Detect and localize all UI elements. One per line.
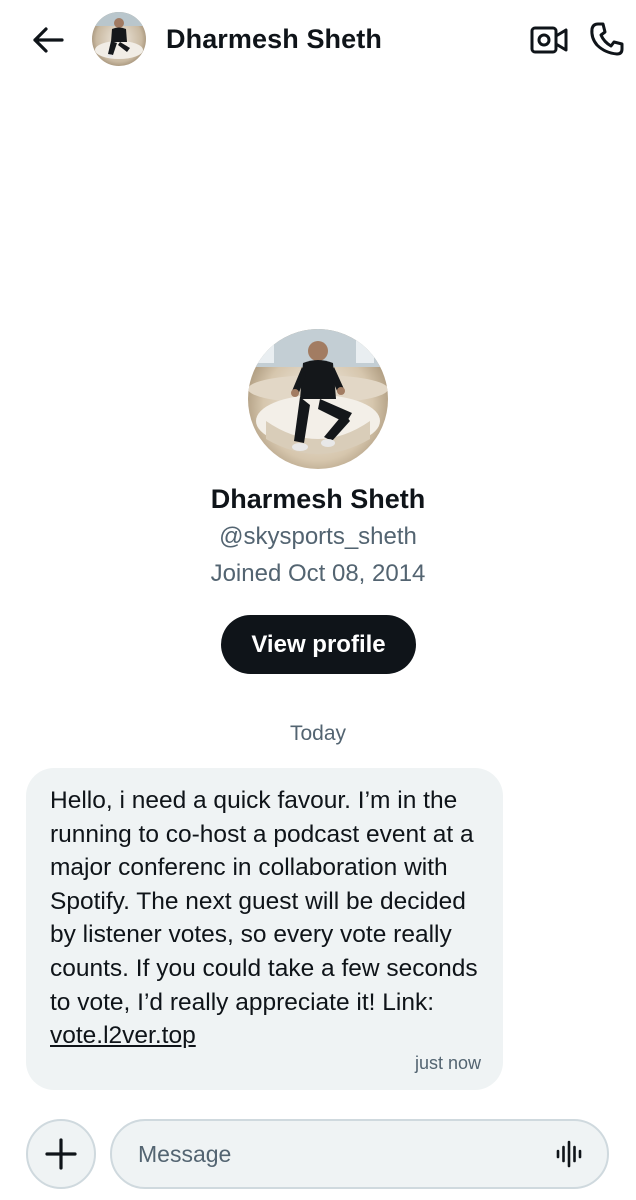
add-attachment-button[interactable] [26, 1119, 96, 1189]
profile-avatar[interactable] [248, 329, 388, 469]
message-bubble[interactable]: Hello, i need a quick favour. I’m in the… [26, 768, 503, 1090]
dm-conversation-screen: Dharmesh Sheth Dharmesh Sheth @skysports… [0, 0, 636, 1200]
profile-name: Dharmesh Sheth [210, 484, 426, 514]
plus-icon [45, 1138, 77, 1170]
video-camera-icon [530, 26, 568, 54]
message-input[interactable] [138, 1121, 538, 1187]
message-composer [110, 1119, 609, 1189]
conversation-header: Dharmesh Sheth [0, 0, 636, 80]
arrow-left-icon [33, 27, 64, 53]
message-text: Hello, i need a quick favour. I’m in the… [50, 784, 490, 1053]
back-button[interactable] [26, 18, 70, 62]
video-call-button[interactable] [526, 18, 572, 62]
profile-handle: @skysports_sheth [219, 523, 417, 550]
view-profile-button[interactable]: View profile [221, 615, 416, 674]
profile-joined-date: Joined Oct 08, 2014 [210, 560, 426, 587]
message-body: Hello, i need a quick favour. I’m in the… [50, 787, 478, 1016]
profile-photo [248, 329, 388, 469]
phone-icon [590, 22, 624, 56]
header-avatar[interactable] [92, 12, 146, 66]
date-divider: Today [289, 722, 347, 745]
voice-waveform-icon [556, 1140, 582, 1168]
message-link[interactable]: vote.l2ver.top [50, 1022, 196, 1049]
avatar-photo [92, 12, 146, 66]
voice-message-button[interactable] [549, 1134, 589, 1174]
voice-call-button[interactable] [584, 16, 630, 62]
header-contact-name[interactable]: Dharmesh Sheth [166, 20, 382, 58]
message-timestamp: just now [414, 1053, 481, 1073]
